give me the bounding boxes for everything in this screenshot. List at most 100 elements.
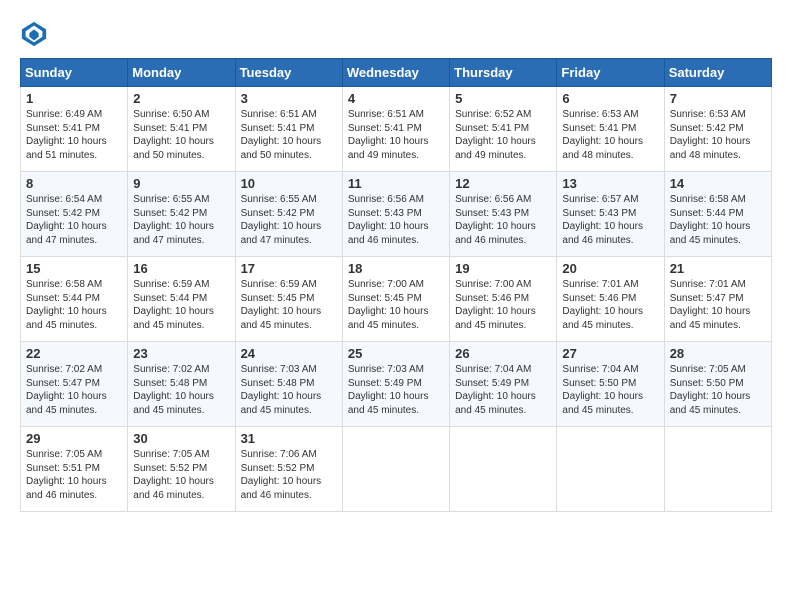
- day-number: 1: [26, 91, 122, 106]
- calendar-header-tuesday: Tuesday: [235, 59, 342, 87]
- day-info: Sunrise: 6:55 AM Sunset: 5:42 PM Dayligh…: [133, 193, 229, 247]
- day-number: 28: [670, 346, 766, 361]
- calendar-cell: 19 Sunrise: 7:00 AM Sunset: 5:46 PM Dayli…: [450, 257, 557, 342]
- calendar-cell: 24Sunrise: 7:03 AM Sunset: 5:48 PM Dayli…: [235, 342, 342, 427]
- calendar-header-sunday: Sunday: [21, 59, 128, 87]
- day-number: 6: [562, 91, 658, 106]
- day-info: Sunrise: 6:51 AM Sunset: 5:41 PM Dayligh…: [348, 108, 444, 162]
- day-number: 23: [133, 346, 229, 361]
- calendar-cell: 31 Sunrise: 7:06 AM Sunset: 5:52 PM Dayli…: [235, 427, 342, 512]
- day-number: 31: [241, 431, 337, 446]
- day-info: Sunrise: 7:06 AM Sunset: 5:52 PM Dayligh…: [241, 448, 337, 502]
- calendar-cell: 8Sunrise: 6:54 AM Sunset: 5:42 PM Daylig…: [21, 172, 128, 257]
- day-number: 19: [455, 261, 551, 276]
- day-info: Sunrise: 7:05 AM Sunset: 5:52 PM Dayligh…: [133, 448, 229, 502]
- day-info: Sunrise: 7:05 AM Sunset: 5:51 PM Dayligh…: [26, 448, 122, 502]
- calendar-cell: 23 Sunrise: 7:02 AM Sunset: 5:48 PM Dayli…: [128, 342, 235, 427]
- day-number: 22: [26, 346, 122, 361]
- calendar-table: SundayMondayTuesdayWednesdayThursdayFrid…: [20, 58, 772, 512]
- calendar-cell: 29 Sunrise: 7:05 AM Sunset: 5:51 PM Dayli…: [21, 427, 128, 512]
- day-info: Sunrise: 6:51 AM Sunset: 5:41 PM Dayligh…: [241, 108, 337, 162]
- day-number: 18: [348, 261, 444, 276]
- calendar-cell: 21 Sunrise: 7:01 AM Sunset: 5:47 PM Dayli…: [664, 257, 771, 342]
- day-number: 27: [562, 346, 658, 361]
- calendar-cell: 20Sunrise: 7:01 AM Sunset: 5:46 PM Dayli…: [557, 257, 664, 342]
- calendar-week-1: 1 Sunrise: 6:49 AM Sunset: 5:41 PM Daylig…: [21, 87, 772, 172]
- calendar-cell: [450, 427, 557, 512]
- calendar-cell: 16 Sunrise: 6:59 AM Sunset: 5:44 PM Dayli…: [128, 257, 235, 342]
- day-number: 16: [133, 261, 229, 276]
- day-info: Sunrise: 7:05 AM Sunset: 5:50 PM Dayligh…: [670, 363, 766, 417]
- calendar-cell: [557, 427, 664, 512]
- day-number: 3: [241, 91, 337, 106]
- calendar-week-4: 22 Sunrise: 7:02 AM Sunset: 5:47 PM Dayli…: [21, 342, 772, 427]
- calendar-header-friday: Friday: [557, 59, 664, 87]
- day-info: Sunrise: 7:01 AM Sunset: 5:47 PM Dayligh…: [670, 278, 766, 332]
- day-info: Sunrise: 7:02 AM Sunset: 5:48 PM Dayligh…: [133, 363, 229, 417]
- calendar-cell: 28 Sunrise: 7:05 AM Sunset: 5:50 PM Dayli…: [664, 342, 771, 427]
- day-number: 29: [26, 431, 122, 446]
- calendar-header-row: SundayMondayTuesdayWednesdayThursdayFrid…: [21, 59, 772, 87]
- day-info: Sunrise: 6:49 AM Sunset: 5:41 PM Dayligh…: [26, 108, 122, 162]
- day-number: 5: [455, 91, 551, 106]
- calendar-header-saturday: Saturday: [664, 59, 771, 87]
- calendar-week-3: 15 Sunrise: 6:58 AM Sunset: 5:44 PM Dayli…: [21, 257, 772, 342]
- day-info: Sunrise: 6:56 AM Sunset: 5:43 PM Dayligh…: [455, 193, 551, 247]
- day-info: Sunrise: 6:53 AM Sunset: 5:41 PM Dayligh…: [562, 108, 658, 162]
- calendar-cell: 2 Sunrise: 6:50 AM Sunset: 5:41 PM Daylig…: [128, 87, 235, 172]
- calendar-cell: 5 Sunrise: 6:52 AM Sunset: 5:41 PM Daylig…: [450, 87, 557, 172]
- calendar-cell: 3 Sunrise: 6:51 AM Sunset: 5:41 PM Daylig…: [235, 87, 342, 172]
- calendar-body: 1 Sunrise: 6:49 AM Sunset: 5:41 PM Daylig…: [21, 87, 772, 512]
- day-info: Sunrise: 7:02 AM Sunset: 5:47 PM Dayligh…: [26, 363, 122, 417]
- day-info: Sunrise: 7:00 AM Sunset: 5:45 PM Dayligh…: [348, 278, 444, 332]
- calendar-cell: 17 Sunrise: 6:59 AM Sunset: 5:45 PM Dayli…: [235, 257, 342, 342]
- calendar-cell: 10 Sunrise: 6:55 AM Sunset: 5:42 PM Dayli…: [235, 172, 342, 257]
- day-number: 17: [241, 261, 337, 276]
- calendar-cell: 13Sunrise: 6:57 AM Sunset: 5:43 PM Dayli…: [557, 172, 664, 257]
- day-number: 9: [133, 176, 229, 191]
- calendar-cell: 26 Sunrise: 7:04 AM Sunset: 5:49 PM Dayli…: [450, 342, 557, 427]
- day-info: Sunrise: 6:53 AM Sunset: 5:42 PM Dayligh…: [670, 108, 766, 162]
- day-info: Sunrise: 6:50 AM Sunset: 5:41 PM Dayligh…: [133, 108, 229, 162]
- calendar-cell: 9 Sunrise: 6:55 AM Sunset: 5:42 PM Daylig…: [128, 172, 235, 257]
- day-number: 4: [348, 91, 444, 106]
- calendar-cell: 6 Sunrise: 6:53 AM Sunset: 5:41 PM Daylig…: [557, 87, 664, 172]
- day-info: Sunrise: 7:00 AM Sunset: 5:46 PM Dayligh…: [455, 278, 551, 332]
- day-info: Sunrise: 6:52 AM Sunset: 5:41 PM Dayligh…: [455, 108, 551, 162]
- day-info: Sunrise: 6:58 AM Sunset: 5:44 PM Dayligh…: [26, 278, 122, 332]
- day-number: 21: [670, 261, 766, 276]
- day-number: 15: [26, 261, 122, 276]
- day-number: 26: [455, 346, 551, 361]
- day-number: 10: [241, 176, 337, 191]
- day-info: Sunrise: 6:55 AM Sunset: 5:42 PM Dayligh…: [241, 193, 337, 247]
- calendar-cell: 4 Sunrise: 6:51 AM Sunset: 5:41 PM Daylig…: [342, 87, 449, 172]
- day-info: Sunrise: 7:01 AM Sunset: 5:46 PM Dayligh…: [562, 278, 658, 332]
- day-number: 30: [133, 431, 229, 446]
- calendar-cell: [664, 427, 771, 512]
- logo: [20, 20, 52, 48]
- calendar-cell: 7Sunrise: 6:53 AM Sunset: 5:42 PM Daylig…: [664, 87, 771, 172]
- day-info: Sunrise: 7:04 AM Sunset: 5:50 PM Dayligh…: [562, 363, 658, 417]
- calendar-header-monday: Monday: [128, 59, 235, 87]
- calendar-cell: 22 Sunrise: 7:02 AM Sunset: 5:47 PM Dayli…: [21, 342, 128, 427]
- day-number: 12: [455, 176, 551, 191]
- day-info: Sunrise: 7:04 AM Sunset: 5:49 PM Dayligh…: [455, 363, 551, 417]
- day-number: 11: [348, 176, 444, 191]
- calendar-week-2: 8Sunrise: 6:54 AM Sunset: 5:42 PM Daylig…: [21, 172, 772, 257]
- header: [20, 20, 772, 48]
- day-info: Sunrise: 7:03 AM Sunset: 5:48 PM Dayligh…: [241, 363, 337, 417]
- day-info: Sunrise: 6:54 AM Sunset: 5:42 PM Dayligh…: [26, 193, 122, 247]
- day-info: Sunrise: 6:59 AM Sunset: 5:45 PM Dayligh…: [241, 278, 337, 332]
- calendar-header-wednesday: Wednesday: [342, 59, 449, 87]
- calendar-cell: 14 Sunrise: 6:58 AM Sunset: 5:44 PM Dayli…: [664, 172, 771, 257]
- calendar-cell: 25Sunrise: 7:03 AM Sunset: 5:49 PM Dayli…: [342, 342, 449, 427]
- day-number: 14: [670, 176, 766, 191]
- day-info: Sunrise: 6:58 AM Sunset: 5:44 PM Dayligh…: [670, 193, 766, 247]
- day-number: 2: [133, 91, 229, 106]
- logo-icon: [20, 20, 48, 48]
- calendar-cell: 18 Sunrise: 7:00 AM Sunset: 5:45 PM Dayli…: [342, 257, 449, 342]
- calendar-cell: 12 Sunrise: 6:56 AM Sunset: 5:43 PM Dayli…: [450, 172, 557, 257]
- calendar-cell: 11Sunrise: 6:56 AM Sunset: 5:43 PM Dayli…: [342, 172, 449, 257]
- day-info: Sunrise: 6:59 AM Sunset: 5:44 PM Dayligh…: [133, 278, 229, 332]
- day-info: Sunrise: 6:57 AM Sunset: 5:43 PM Dayligh…: [562, 193, 658, 247]
